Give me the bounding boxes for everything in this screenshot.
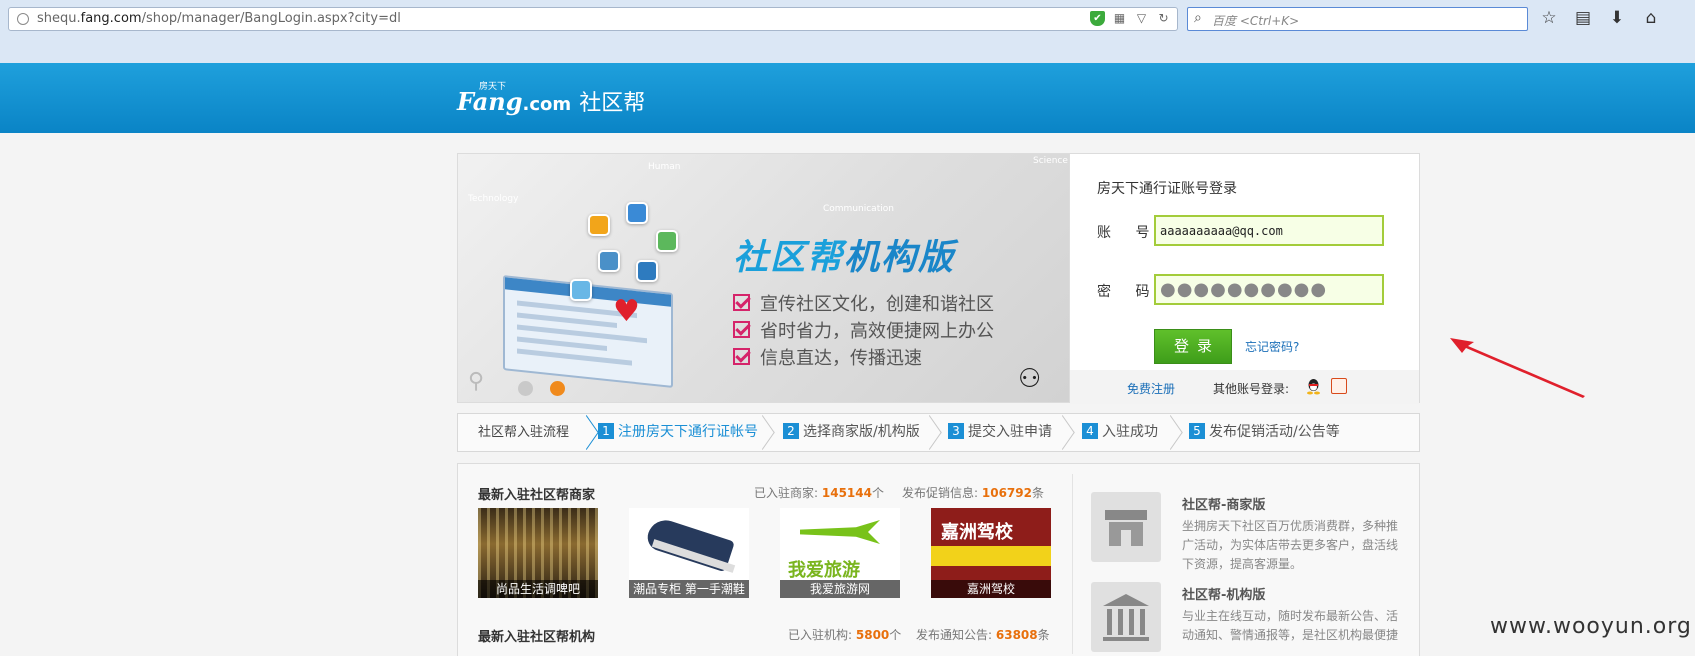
search-placeholder: 百度 <Ctrl+K> — [1212, 14, 1300, 28]
latest-members-section: 最新入驻社区帮商家 已入驻商家: 145144个 发布促销信息: 106792条… — [457, 463, 1420, 656]
browser-toolbar: shequ.fang.com/shop/manager/BangLogin.as… — [0, 0, 1695, 63]
thumb-logo-text: 我爱旅游 — [788, 560, 860, 581]
logo-cn-text: 社区帮 — [579, 91, 646, 116]
orgs-count: 已入驻机构: 5800个 — [788, 628, 902, 642]
merchants-count: 已入驻商家: 145144个 — [754, 486, 884, 500]
login-footer: 免费注册 其他账号登录: — [1070, 370, 1419, 404]
logo-dotcom-text: .com — [522, 94, 572, 115]
reading-list-icon[interactable]: ▤ — [1574, 7, 1592, 29]
qrcode-icon[interactable]: ▦ — [1112, 11, 1127, 26]
checkbox-icon — [733, 294, 750, 311]
banner-title: 社区帮机构版 — [733, 238, 956, 278]
carousel-dot[interactable] — [518, 381, 533, 396]
search-icon: ⌕ — [1194, 10, 1202, 26]
promo-info-count: 发布促销信息: 106792条 — [902, 486, 1044, 500]
step-1[interactable]: 1 注册房天下通行证帐号 — [598, 414, 758, 451]
download-icon[interactable]: ⬇ — [1608, 7, 1626, 29]
banner-item: 省时省力，高效便捷网上办公 — [733, 316, 994, 343]
logo-small-text: 房天下 — [479, 82, 507, 92]
merchant-thumb-caption: 尚品生活调啤吧 — [478, 580, 598, 598]
store-icon — [1091, 492, 1161, 562]
merchant-thumb-caption: 潮品专柜 第一手潮鞋 — [629, 580, 749, 598]
institution-version-desc: 与业主在线互动，随时发布最新公告、活动通知、警情通报等，是社区机构最便捷 — [1182, 609, 1399, 642]
heart-icon: ♥ — [613, 294, 640, 329]
bg-word: Science — [1033, 156, 1068, 166]
search-bar[interactable]: ⌕ 百度 <Ctrl+K> — [1187, 7, 1528, 31]
bookmark-star-icon[interactable]: ☆ — [1540, 7, 1558, 29]
step-5[interactable]: 5 发布促销活动/公告等 — [1189, 414, 1340, 451]
bg-word: Communication — [823, 204, 894, 214]
site-header: 房天下 Fang.com 社区帮 — [0, 63, 1695, 133]
chevron-right-icon — [1058, 414, 1074, 451]
weibo-icon[interactable] — [1331, 378, 1347, 394]
reload-icon[interactable]: ↻ — [1156, 11, 1171, 26]
merchant-version-title[interactable]: 社区帮-商家版 — [1182, 494, 1265, 513]
checkbox-icon — [733, 348, 750, 365]
merchants-title: 最新入驻社区帮商家 — [478, 488, 596, 503]
login-title: 房天下通行证账号登录 — [1097, 181, 1237, 197]
password-input[interactable]: ●●●●●●●●●● — [1154, 274, 1384, 305]
merchant-thumb[interactable]: 我爱旅游 我爱旅游网 — [780, 508, 900, 598]
shield-icon[interactable]: ✔ — [1090, 11, 1105, 26]
steps-title: 社区帮入驻流程 — [478, 425, 570, 440]
banner-item: 宣传社区文化，创建和谐社区 — [733, 289, 994, 316]
app-icon — [636, 260, 658, 282]
merchant-thumb-caption: 嘉洲驾校 — [931, 580, 1051, 598]
chevron-right-icon — [582, 414, 598, 451]
login-button[interactable]: 登录 — [1154, 329, 1232, 364]
merchant-thumb-caption: 我爱旅游网 — [780, 580, 900, 598]
app-icon — [588, 214, 610, 236]
site-logo[interactable]: 房天下 Fang.com 社区帮 — [457, 82, 646, 117]
app-icon — [570, 279, 592, 301]
qq-icon[interactable] — [1306, 378, 1321, 395]
app-icon — [656, 230, 678, 252]
section-divider — [1072, 474, 1073, 654]
join-process-steps: 社区帮入驻流程 1 注册房天下通行证帐号 2 选择商家版/机构版 3 提交入驻申请 4… — [457, 413, 1420, 452]
checkbox-icon — [733, 321, 750, 338]
carousel-dot-active[interactable] — [550, 381, 565, 396]
chevron-right-icon — [1166, 414, 1182, 451]
banner-item: 信息直达，传播迅速 — [733, 343, 994, 370]
register-link[interactable]: 免费注册 — [1127, 380, 1175, 397]
dropdown-icon[interactable]: ▽ — [1134, 11, 1149, 26]
step-2[interactable]: 2 选择商家版/机构版 — [783, 414, 920, 451]
red-arrow-annotation — [1450, 338, 1585, 398]
merchant-thumb[interactable]: 尚品生活调啤吧 — [478, 508, 598, 598]
bg-word: Technology — [468, 194, 519, 204]
thumb-logo-text: 嘉洲驾校 — [941, 522, 1013, 543]
account-input[interactable]: aaaaaaaaaa@qq.com — [1154, 215, 1384, 246]
institution-icon — [1091, 582, 1161, 652]
plug-icon: ⚇ — [1018, 364, 1042, 394]
merchant-thumb[interactable]: 潮品专柜 第一手潮鞋 — [629, 508, 749, 598]
address-bar[interactable]: shequ.fang.com/shop/manager/BangLogin.as… — [8, 7, 1178, 31]
home-icon[interactable]: ⌂ — [1642, 7, 1660, 29]
app-icon — [598, 250, 620, 272]
chevron-right-icon — [758, 414, 774, 451]
notice-count: 发布通知公告: 63808条 — [916, 628, 1050, 642]
step-3[interactable]: 3 提交入驻申请 — [948, 414, 1052, 451]
login-panel: 房天下通行证账号登录 账 号: aaaaaaaaaa@qq.com 密 码: ●… — [1070, 153, 1420, 404]
orgs-title: 最新入驻社区帮机构 — [478, 630, 596, 645]
forgot-password-link[interactable]: 忘记密码? — [1245, 338, 1299, 355]
promo-banner[interactable]: Human Technology Communication Science ♥… — [457, 153, 1070, 403]
bg-word: Human — [648, 162, 681, 172]
url-text[interactable]: shequ.fang.com/shop/manager/BangLogin.as… — [37, 11, 401, 26]
merchant-thumb[interactable]: 嘉洲驾校 嘉洲驾校 — [931, 508, 1051, 598]
institution-version-title[interactable]: 社区帮-机构版 — [1182, 584, 1265, 603]
globe-icon — [17, 13, 29, 25]
plug-icon: ⚲ — [468, 369, 485, 394]
merchant-version-desc: 坐拥房天下社区百万优质消费群，多种推广活动，为实体店带去更多客户，盘活线下资源，… — [1182, 519, 1399, 571]
other-login-label: 其他账号登录: — [1213, 382, 1290, 396]
watermark: www.wooyun.org — [1490, 614, 1692, 639]
chevron-right-icon — [925, 414, 941, 451]
app-icon — [626, 202, 648, 224]
step-4[interactable]: 4 入驻成功 — [1082, 414, 1158, 451]
